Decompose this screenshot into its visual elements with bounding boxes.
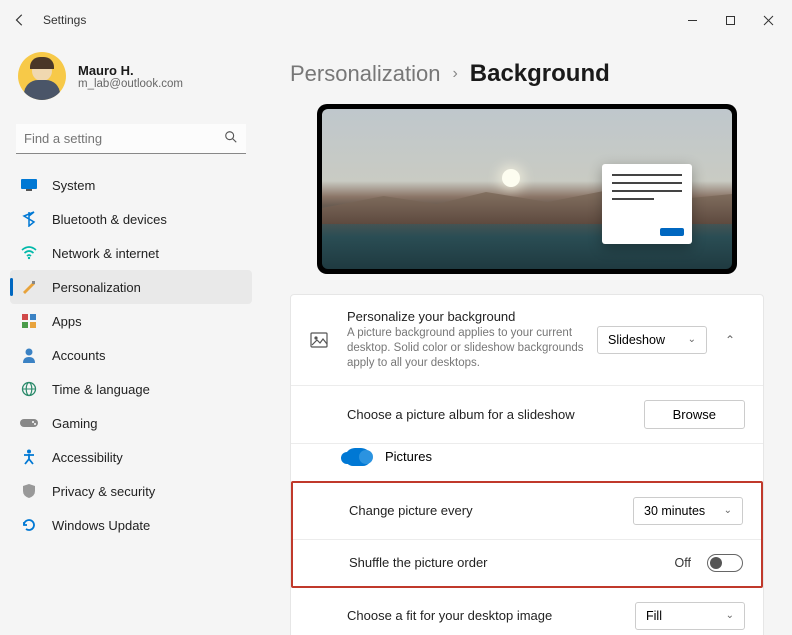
row-title: Shuffle the picture order <box>349 555 675 570</box>
breadcrumb-parent[interactable]: Personalization <box>290 61 440 87</box>
row-change-interval: Change picture every 30 minutes ⌄ <box>293 483 761 540</box>
sidebar-item-network-internet[interactable]: Network & internet <box>10 236 252 270</box>
sidebar-item-time-language[interactable]: Time & language <box>10 372 252 406</box>
brush-icon <box>20 278 38 296</box>
chevron-right-icon: › <box>452 65 457 83</box>
highlighted-section: Change picture every 30 minutes ⌄ Shuffl… <box>291 481 763 588</box>
fit-dropdown[interactable]: Fill ⌄ <box>635 602 745 630</box>
sidebar-item-label: Accounts <box>52 348 105 363</box>
folder-name: Pictures <box>385 449 432 464</box>
accessibility-icon <box>20 448 38 466</box>
globe-icon <box>20 380 38 398</box>
sidebar-item-apps[interactable]: Apps <box>10 304 252 338</box>
settings-panel: Personalize your background A picture ba… <box>290 294 764 635</box>
row-title: Change picture every <box>349 503 633 518</box>
collapse-button[interactable]: ⌃ <box>715 325 745 355</box>
bluetooth-icon <box>20 210 38 228</box>
sidebar-item-label: Network & internet <box>52 246 159 261</box>
search-icon <box>224 130 238 144</box>
chevron-down-icon: ⌄ <box>724 505 732 516</box>
person-icon <box>20 346 38 364</box>
profile[interactable]: Mauro H. m_lab@outlook.com <box>10 48 252 118</box>
breadcrumb: Personalization › Background <box>290 60 764 88</box>
system-icon <box>20 176 38 194</box>
apps-icon <box>20 312 38 330</box>
picture-icon <box>309 330 331 350</box>
row-personalize-background: Personalize your background A picture ba… <box>291 295 763 386</box>
close-button[interactable] <box>749 5 787 35</box>
chevron-down-icon: ⌄ <box>726 610 734 621</box>
row-album-folder: Pictures <box>291 444 763 482</box>
minimize-button[interactable] <box>673 5 711 35</box>
sidebar-item-accounts[interactable]: Accounts <box>10 338 252 372</box>
sidebar-item-bluetooth-devices[interactable]: Bluetooth & devices <box>10 202 252 236</box>
sidebar-item-label: Personalization <box>52 280 141 295</box>
game-icon <box>20 414 38 432</box>
row-shuffle: Shuffle the picture order Off <box>293 540 761 586</box>
row-title: Choose a picture album for a slideshow <box>347 407 644 422</box>
sidebar-item-accessibility[interactable]: Accessibility <box>10 440 252 474</box>
row-subtitle: A picture background applies to your cur… <box>347 326 597 371</box>
sidebar-item-label: Privacy & security <box>52 484 155 499</box>
browse-button[interactable]: Browse <box>644 400 745 429</box>
update-icon <box>20 516 38 534</box>
wifi-icon <box>20 244 38 262</box>
avatar <box>18 52 66 100</box>
sidebar-item-system[interactable]: System <box>10 168 252 202</box>
sidebar-item-label: Windows Update <box>52 518 150 533</box>
sidebar-item-label: Gaming <box>52 416 98 431</box>
sidebar: Mauro H. m_lab@outlook.com System Bluetoo… <box>0 40 260 635</box>
app-title: Settings <box>43 13 86 27</box>
titlebar: Settings <box>0 0 792 40</box>
sidebar-item-windows-update[interactable]: Windows Update <box>10 508 252 542</box>
onedrive-icon <box>345 448 371 466</box>
sidebar-item-privacy-security[interactable]: Privacy & security <box>10 474 252 508</box>
shield-icon <box>20 482 38 500</box>
sidebar-item-label: Accessibility <box>52 450 123 465</box>
search-input[interactable] <box>16 124 246 154</box>
main-content: Personalization › Background Personaliz <box>260 40 792 635</box>
sidebar-item-personalization[interactable]: Personalization <box>10 270 252 304</box>
sidebar-item-label: Bluetooth & devices <box>52 212 167 227</box>
sidebar-item-gaming[interactable]: Gaming <box>10 406 252 440</box>
chevron-down-icon: ⌄ <box>688 334 696 345</box>
sidebar-item-label: System <box>52 178 95 193</box>
background-type-dropdown[interactable]: Slideshow ⌄ <box>597 326 707 354</box>
toggle-label: Off <box>675 556 691 570</box>
back-button[interactable] <box>5 5 35 35</box>
profile-email: m_lab@outlook.com <box>78 78 183 90</box>
desktop-preview <box>317 104 737 274</box>
search-box[interactable] <box>16 124 246 154</box>
profile-name: Mauro H. <box>78 63 183 78</box>
shuffle-toggle[interactable] <box>707 554 743 572</box>
row-fit: Choose a fit for your desktop image Fill… <box>291 588 763 635</box>
nav: System Bluetooth & devices Network & inter… <box>10 168 252 542</box>
sidebar-item-label: Time & language <box>52 382 150 397</box>
row-title: Personalize your background <box>347 309 597 324</box>
interval-dropdown[interactable]: 30 minutes ⌄ <box>633 497 743 525</box>
row-choose-album: Choose a picture album for a slideshow B… <box>291 386 763 444</box>
maximize-button[interactable] <box>711 5 749 35</box>
page-title: Background <box>470 60 610 88</box>
row-title: Choose a fit for your desktop image <box>347 608 635 623</box>
sidebar-item-label: Apps <box>52 314 82 329</box>
